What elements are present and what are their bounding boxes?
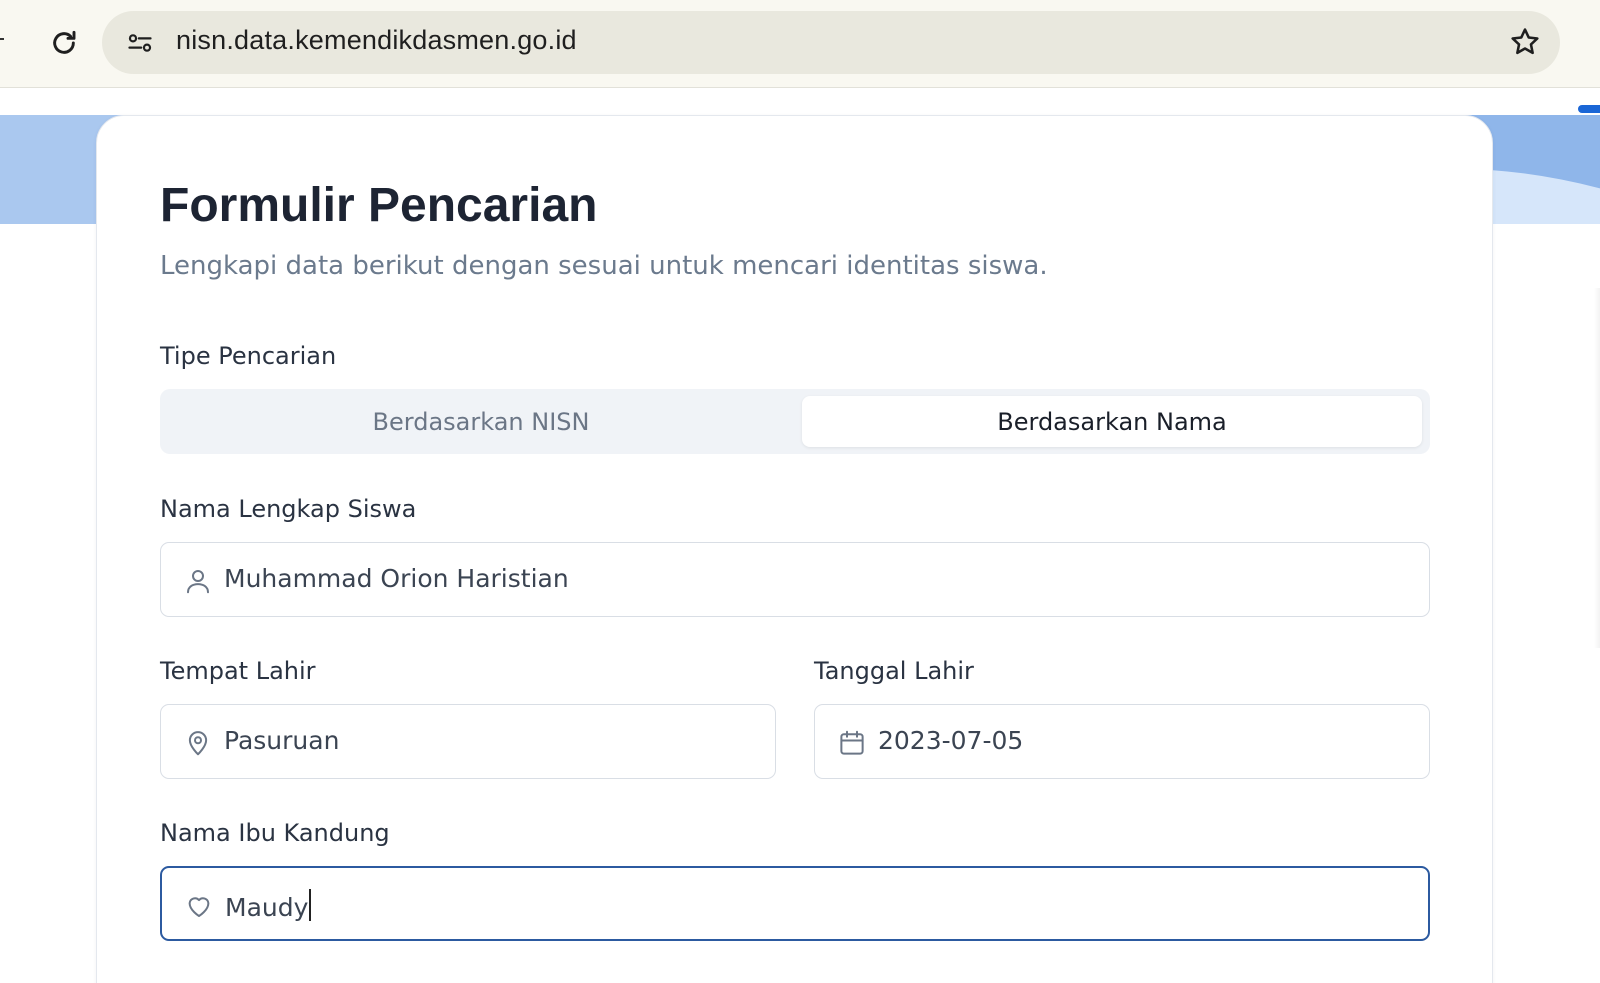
map-pin-icon xyxy=(188,731,208,756)
address-bar[interactable]: nisn.data.kemendikdasmen.go.id xyxy=(102,11,1560,74)
bookmark-star-icon[interactable] xyxy=(1508,25,1542,59)
page-content: Formulir Pencarian Lengkapi data berikut… xyxy=(0,88,1600,983)
page-title: Formulir Pencarian xyxy=(160,179,598,232)
tab-berdasarkan-nama[interactable]: Berdasarkan Nama xyxy=(802,396,1422,447)
site-settings-icon[interactable] xyxy=(126,29,154,57)
text-caret xyxy=(309,889,312,921)
search-type-toggle: Berdasarkan NISN Berdasarkan Nama xyxy=(160,389,1430,454)
search-form-card: Formulir Pencarian Lengkapi data berikut… xyxy=(96,115,1493,983)
nama-ibu-value: Maudy xyxy=(225,893,309,922)
nama-ibu-field[interactable]: Maudy xyxy=(160,866,1430,941)
nama-lengkap-label: Nama Lengkap Siswa xyxy=(160,495,417,523)
calendar-icon xyxy=(840,730,864,755)
tab-berdasarkan-nisn[interactable]: Berdasarkan NISN xyxy=(166,396,796,447)
tanggal-lahir-field[interactable]: 2023-07-05 xyxy=(814,704,1430,779)
edge-shadow xyxy=(1594,288,1600,648)
back-button-edge[interactable] xyxy=(0,38,4,40)
tanggal-lahir-label: Tanggal Lahir xyxy=(814,657,974,685)
tempat-lahir-value: Pasuruan xyxy=(224,726,340,755)
search-type-label: Tipe Pencarian xyxy=(160,342,337,370)
tempat-lahir-field[interactable]: Pasuruan xyxy=(160,704,776,779)
scroll-indicator xyxy=(1578,105,1600,113)
nama-lengkap-value: Muhammad Orion Haristian xyxy=(224,564,569,593)
browser-toolbar: nisn.data.kemendikdasmen.go.id xyxy=(0,0,1600,88)
nama-ibu-input[interactable]: Maudy xyxy=(225,889,312,922)
nama-lengkap-field[interactable]: Muhammad Orion Haristian xyxy=(160,542,1430,617)
heart-icon xyxy=(188,897,210,917)
tanggal-lahir-value: 2023-07-05 xyxy=(878,726,1024,755)
user-icon xyxy=(187,570,209,594)
reload-icon[interactable] xyxy=(48,27,80,59)
url-text[interactable]: nisn.data.kemendikdasmen.go.id xyxy=(176,25,577,56)
page-subtitle: Lengkapi data berikut dengan sesuai untu… xyxy=(160,251,1048,281)
nama-ibu-label: Nama Ibu Kandung xyxy=(160,819,390,847)
tempat-lahir-label: Tempat Lahir xyxy=(160,657,316,685)
